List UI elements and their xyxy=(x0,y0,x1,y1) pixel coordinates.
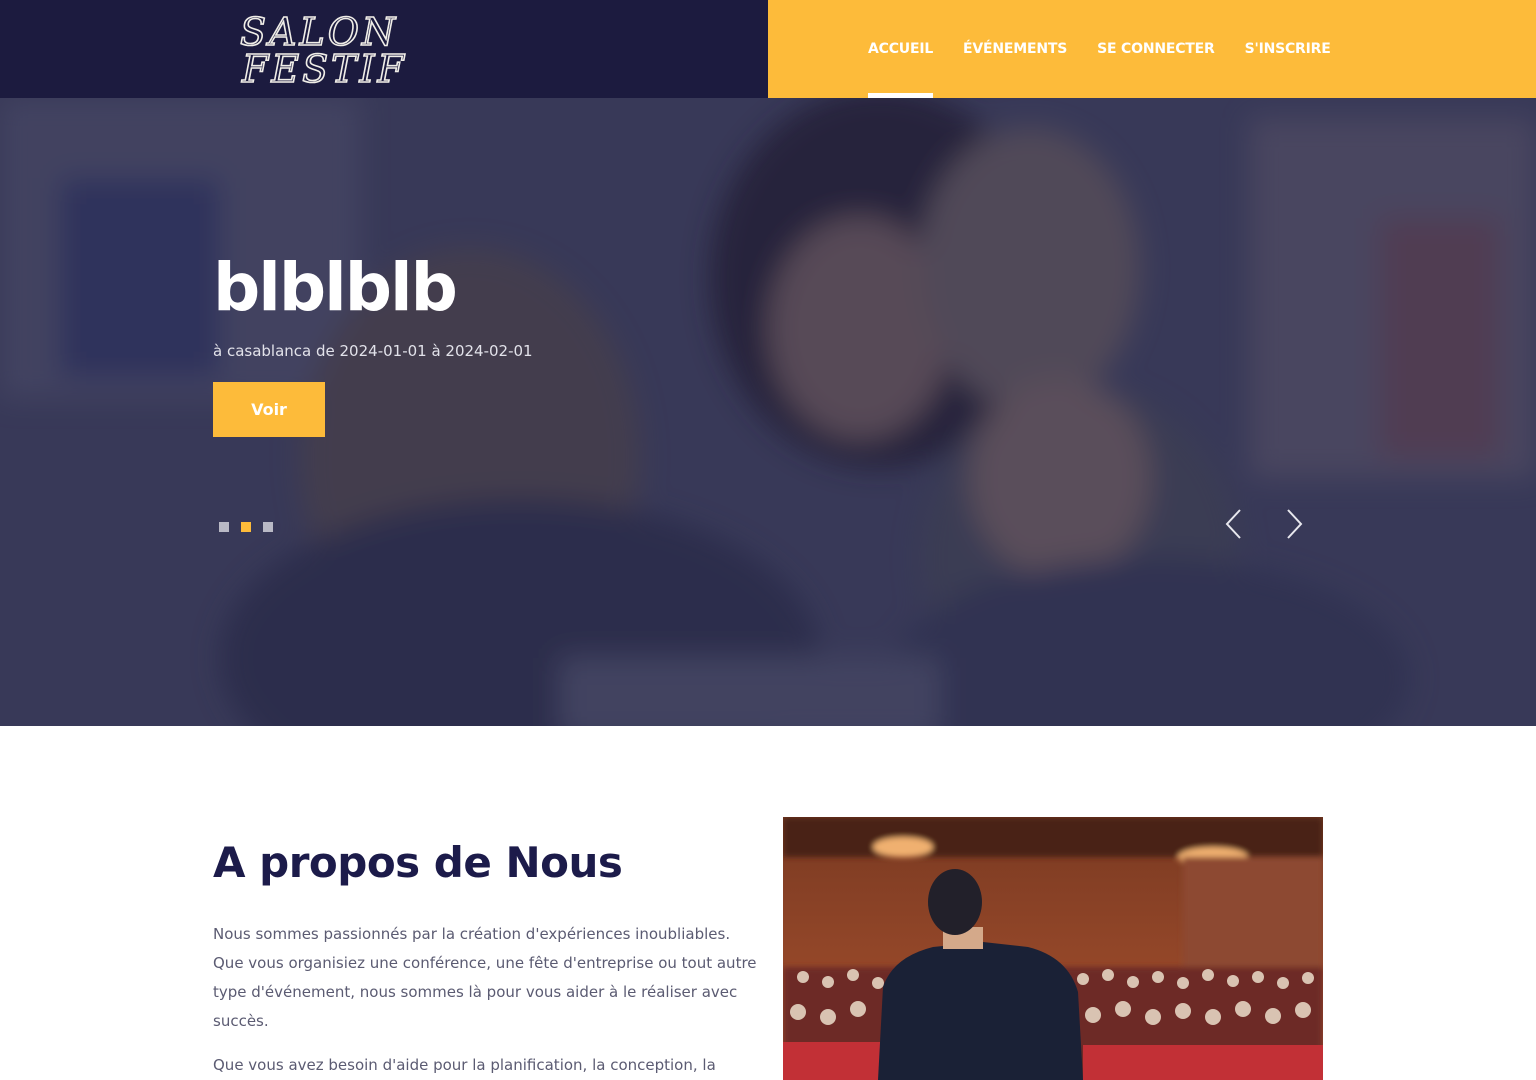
nav-item-label: ACCUEIL xyxy=(868,41,934,57)
site-header: SALON FESTIF ACCUEIL ÉVÉNEMENTS SE CONNE… xyxy=(0,0,1536,98)
site-logo[interactable]: SALON FESTIF xyxy=(240,12,436,86)
nav-item-accueil[interactable]: ACCUEIL xyxy=(868,0,933,98)
slider-indicators xyxy=(219,522,285,532)
nav-item-label: SE CONNECTER xyxy=(1097,41,1215,57)
chevron-left-icon xyxy=(1225,509,1241,539)
voir-button-label: Voir xyxy=(251,400,287,419)
about-text: Nous sommes passionnés par la création d… xyxy=(213,920,758,1080)
hero-title: blblblb xyxy=(213,249,458,326)
nav-item-s-inscrire[interactable]: S'INSCRIRE xyxy=(1245,0,1331,98)
slider-dot-3[interactable] xyxy=(263,522,273,532)
hero-slider: blblblb à casablanca de 2024-01-01 à 202… xyxy=(0,98,1536,726)
header-nav-area: ACCUEIL ÉVÉNEMENTS SE CONNECTER S'INSCRI… xyxy=(768,0,1536,98)
slider-next-button[interactable] xyxy=(1279,504,1309,544)
voir-button[interactable]: Voir xyxy=(213,382,325,437)
slider-dot-1[interactable] xyxy=(219,522,229,532)
nav-item-se-connecter[interactable]: SE CONNECTER xyxy=(1097,0,1215,98)
slider-prev-button[interactable] xyxy=(1219,504,1249,544)
hero-caption: blblblb à casablanca de 2024-01-01 à 202… xyxy=(213,248,533,360)
about-paragraph: Que vous avez besoin d'aide pour la plan… xyxy=(213,1056,716,1074)
logo-line2: FESTIF xyxy=(241,47,407,86)
header-brand-area: SALON FESTIF xyxy=(0,0,768,98)
about-title: A propos de Nous xyxy=(213,838,623,887)
about-image xyxy=(783,817,1323,1080)
main-nav: ACCUEIL ÉVÉNEMENTS SE CONNECTER S'INSCRI… xyxy=(868,0,1361,98)
nav-item-evenements[interactable]: ÉVÉNEMENTS xyxy=(963,0,1067,98)
nav-item-label: ÉVÉNEMENTS xyxy=(963,41,1068,57)
chevron-right-icon xyxy=(1287,509,1303,539)
slider-dot-2[interactable] xyxy=(241,522,251,532)
hero-subtitle: à casablanca de 2024-01-01 à 2024-02-01 xyxy=(213,342,533,360)
nav-item-label: S'INSCRIRE xyxy=(1244,41,1331,57)
about-paragraph: Nous sommes passionnés par la création d… xyxy=(213,925,757,1030)
